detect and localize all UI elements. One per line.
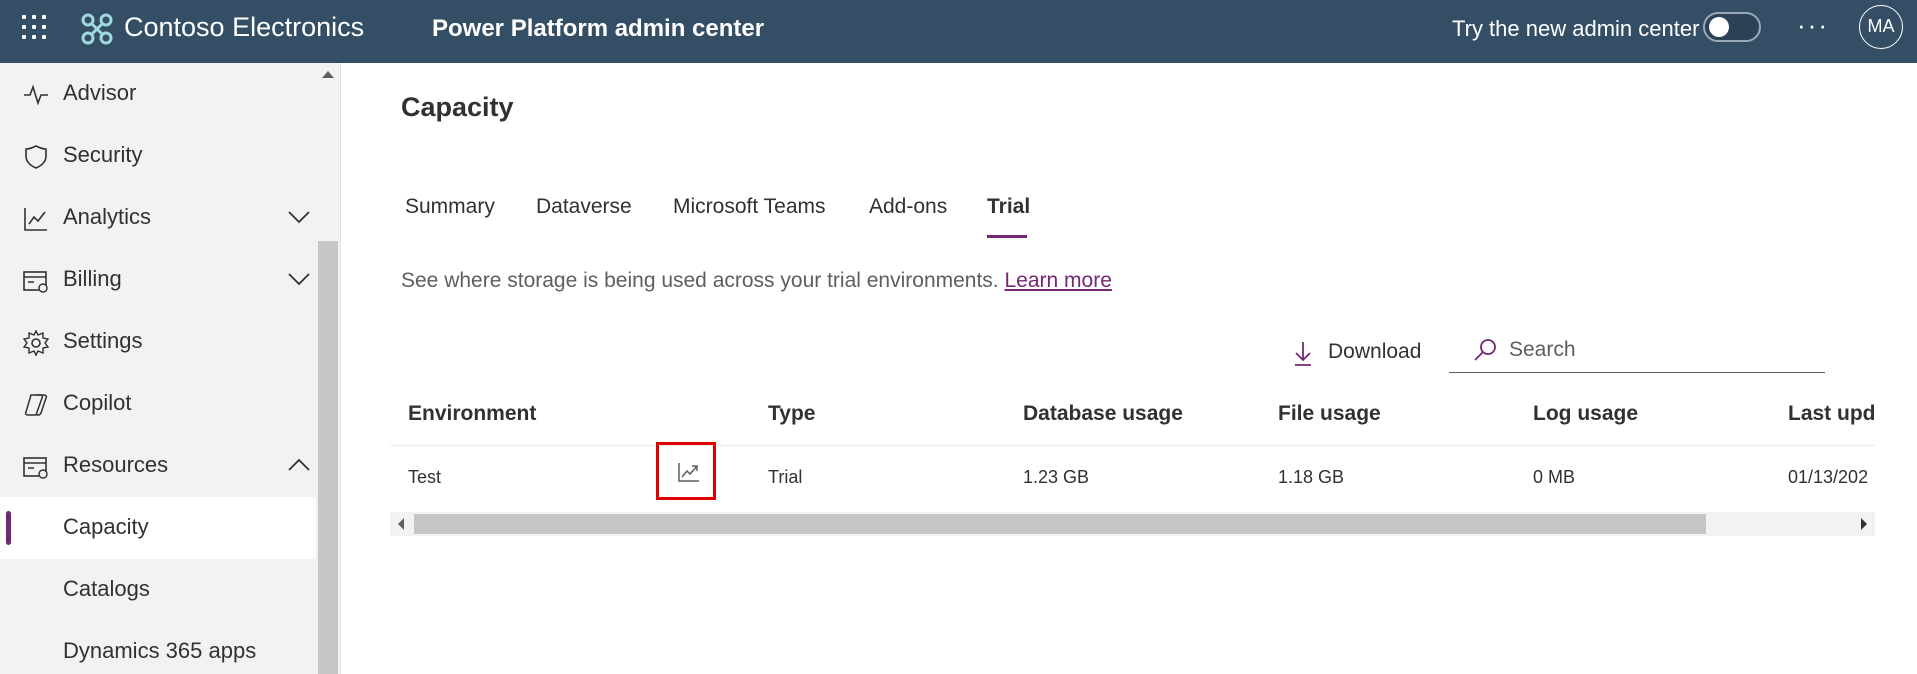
cell-type: Trial bbox=[768, 467, 803, 487]
sidebar-item-billing[interactable]: Billing bbox=[0, 249, 316, 311]
sidebar-item-advisor[interactable]: Advisor bbox=[0, 63, 316, 125]
learn-more-link[interactable]: Learn more bbox=[1004, 269, 1111, 292]
search-box[interactable] bbox=[1449, 330, 1825, 373]
sidebar-item-catalogs[interactable]: Catalogs bbox=[0, 559, 316, 621]
scroll-right-arrow-icon[interactable] bbox=[1861, 518, 1867, 530]
cell-log-usage: 0 MB bbox=[1533, 467, 1576, 487]
try-new-admin-center-toggle[interactable] bbox=[1703, 12, 1761, 42]
search-input[interactable] bbox=[1507, 334, 1811, 366]
sidebar-item-label: Capacity bbox=[63, 514, 149, 539]
billing-icon bbox=[23, 271, 48, 293]
app-title[interactable]: Power Platform admin center bbox=[432, 15, 764, 43]
column-header-file-usage[interactable]: File usage bbox=[1278, 402, 1381, 426]
search-icon bbox=[1474, 339, 1496, 361]
more-options-icon[interactable]: ··· bbox=[1797, 10, 1829, 41]
sidebar-item-capacity[interactable]: Capacity bbox=[0, 497, 316, 559]
resources-icon bbox=[23, 457, 48, 479]
chevron-down-icon[interactable] bbox=[288, 271, 310, 287]
gear-icon bbox=[22, 329, 50, 357]
sidebar-item-resources[interactable]: Resources bbox=[0, 435, 316, 497]
tab-microsoft-teams[interactable]: Microsoft Teams bbox=[673, 195, 826, 219]
sidebar-item-security[interactable]: Security bbox=[0, 125, 316, 187]
cell-database-usage: 1.23 GB bbox=[1023, 467, 1090, 487]
column-header-last-updated[interactable]: Last upda bbox=[1788, 402, 1875, 426]
sidebar-scrollbar[interactable] bbox=[318, 63, 340, 674]
table-horizontal-scrollbar[interactable] bbox=[390, 512, 1875, 536]
description-text: See where storage is being used across y… bbox=[401, 269, 999, 292]
contoso-logo-icon bbox=[81, 13, 113, 45]
scrollbar-thumb[interactable] bbox=[414, 514, 1706, 534]
try-new-admin-center-label: Try the new admin center bbox=[1452, 16, 1700, 41]
view-usage-chart-button[interactable] bbox=[656, 442, 716, 500]
sidebar-item-analytics[interactable]: Analytics bbox=[0, 187, 316, 249]
scrollbar-thumb[interactable] bbox=[318, 241, 338, 674]
cell-environment[interactable]: Test bbox=[408, 467, 441, 488]
avatar[interactable]: MA bbox=[1859, 5, 1903, 49]
shield-icon bbox=[25, 145, 47, 169]
scroll-left-arrow-icon[interactable] bbox=[398, 518, 404, 530]
capacity-table: Environment Type Database usage File usa… bbox=[390, 392, 1875, 537]
sidebar-item-dynamics-365-apps[interactable]: Dynamics 365 apps bbox=[0, 621, 316, 674]
column-header-log-usage[interactable]: Log usage bbox=[1533, 402, 1638, 426]
chevron-down-icon[interactable] bbox=[288, 209, 310, 225]
sidebar-item-label: Catalogs bbox=[63, 576, 150, 601]
tab-trial[interactable]: Trial bbox=[987, 195, 1030, 219]
sidebar-item-label: Dynamics 365 apps bbox=[63, 638, 257, 663]
scroll-up-arrow-icon[interactable] bbox=[322, 71, 334, 78]
app-launcher-icon[interactable] bbox=[22, 15, 48, 41]
sidebar-item-label: Advisor bbox=[63, 80, 137, 105]
copilot-icon bbox=[24, 394, 48, 416]
header-divider bbox=[390, 445, 1875, 446]
cell-file-usage: 1.18 GB bbox=[1278, 467, 1345, 487]
chart-icon bbox=[24, 208, 47, 231]
sidebar-item-settings[interactable]: Settings bbox=[0, 311, 316, 373]
sidebar-item-copilot[interactable]: Copilot bbox=[0, 373, 316, 435]
cell-last-updated: 01/13/202 bbox=[1788, 467, 1869, 487]
chevron-up-icon[interactable] bbox=[288, 457, 310, 473]
tab-add-ons[interactable]: Add-ons bbox=[869, 195, 947, 219]
top-bar: Contoso Electronics Power Platform admin… bbox=[0, 0, 1917, 63]
pulse-icon bbox=[24, 84, 48, 106]
sidebar-item-label: Security bbox=[63, 142, 143, 167]
trend-chart-icon bbox=[678, 463, 699, 482]
page-title: Capacity bbox=[401, 92, 514, 122]
download-icon bbox=[1295, 342, 1311, 366]
column-header-database-usage[interactable]: Database usage bbox=[1023, 402, 1183, 426]
sidebar-item-label: Resources bbox=[63, 452, 169, 477]
brand-name[interactable]: Contoso Electronics bbox=[124, 12, 364, 43]
sidebar-item-label: Settings bbox=[63, 328, 143, 353]
column-header-type[interactable]: Type bbox=[768, 402, 815, 426]
sidebar: Advisor Security Analytics Billing Setti… bbox=[0, 63, 341, 674]
column-header-environment[interactable]: Environment bbox=[408, 402, 536, 426]
download-label: Download bbox=[1328, 340, 1422, 363]
sidebar-item-label: Copilot bbox=[63, 390, 132, 415]
tab-selected-indicator bbox=[987, 235, 1027, 238]
tab-summary[interactable]: Summary bbox=[405, 195, 495, 219]
active-indicator bbox=[6, 511, 11, 545]
sidebar-item-label: Billing bbox=[63, 266, 122, 291]
tab-dataverse[interactable]: Dataverse bbox=[536, 195, 632, 219]
description: See where storage is being used across y… bbox=[401, 269, 1112, 293]
sidebar-item-label: Analytics bbox=[63, 204, 152, 229]
